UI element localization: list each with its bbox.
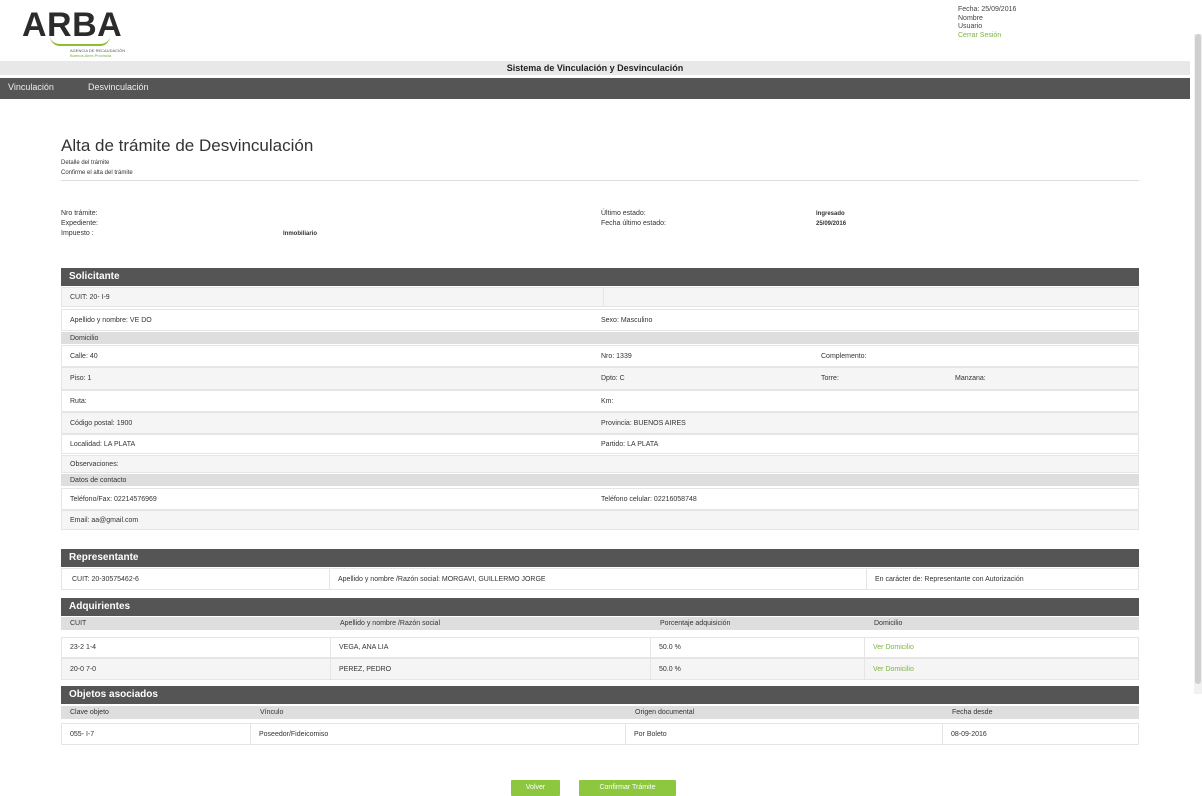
system-title-bar: Sistema de Vinculación y Desvinculación	[0, 61, 1190, 75]
observaciones-row: Observaciones:	[61, 455, 1139, 473]
tramite-meta: Nro trámite: Expediente: Impuesto : Inmo…	[61, 210, 1139, 250]
col-origen: Origen documental	[635, 709, 695, 716]
nav-vinculacion[interactable]: Vinculación	[8, 82, 54, 92]
col-domicilio: Domicilio	[874, 620, 903, 627]
piso: Piso: 1	[70, 375, 92, 382]
contacto-subheader: Datos de contacto	[61, 474, 1139, 486]
empty-cell	[603, 288, 1140, 306]
ultimo-estado-value: Ingresado	[816, 211, 845, 217]
header-name: Nombre	[958, 14, 983, 22]
solicitante-nombre-row: Apellido y nombre: VE DO Sexo: Masculino	[61, 309, 1139, 331]
domicilio-cp-row: Código postal: 1900 Provincia: BUENOS AI…	[61, 412, 1139, 434]
domicilio-label: Domicilio	[70, 334, 99, 342]
nro-tramite-label: Nro trámite:	[61, 210, 98, 217]
representante-header: Representante	[61, 549, 1139, 567]
confirmar-tramite-button[interactable]: Confirmar Trámite	[579, 780, 676, 796]
representante-nombre: Apellido y nombre /Razón social: MORGAVI…	[329, 569, 546, 589]
contacto-label: Datos de contacto	[70, 476, 127, 484]
email-row: Email: aa@gmail.com	[61, 510, 1139, 530]
logo-subtitle-2: Buenos Aires Provincia	[70, 53, 112, 58]
solicitante-sexo: Sexo: Masculino	[601, 316, 653, 324]
impuesto-label: Impuesto :	[61, 230, 94, 237]
partido: Partido: LA PLATA	[601, 440, 659, 448]
codigo-postal: Código postal: 1900	[70, 419, 133, 427]
objetos-header: Objetos asociados	[61, 686, 1139, 704]
divider	[61, 180, 1139, 181]
domicilio-piso-row: Piso: 1 Dpto: C Torre: Manzana:	[61, 367, 1139, 390]
page-subtitle: Detalle del trámite	[61, 160, 110, 166]
col-cuit: CUIT	[70, 620, 87, 627]
user-info: Fecha: 25/09/2016 Nombre Usuario Cerrar …	[958, 6, 1016, 40]
objeto-origen: Por Boleto	[625, 724, 667, 744]
table-row: 20-0 7-0 PEREZ, PEDRO 50.0 % Ver Domicil…	[61, 658, 1139, 680]
dpto: Dpto: C	[601, 375, 625, 382]
domicilio-subheader: Domicilio	[61, 332, 1139, 344]
torre: Torre:	[821, 375, 839, 382]
complemento: Complemento:	[821, 352, 867, 360]
provincia: Provincia: BUENOS AIRES	[601, 419, 686, 427]
header-date: Fecha: 25/09/2016	[958, 6, 1017, 13]
ruta: Ruta:	[70, 397, 87, 405]
adquiriente-porcentaje: 50.0 %	[650, 638, 681, 657]
ver-domicilio-link[interactable]: Ver Domicilio	[864, 659, 914, 679]
table-row: 055- I-7 Poseedor/Fideicomiso Por Boleto…	[61, 723, 1139, 745]
page-heading: Alta de trámite de Desvinculación Detall…	[61, 136, 1139, 181]
solicitante-cuit: CUIT: 20- I-9	[70, 293, 110, 301]
page-title: Alta de trámite de Desvinculación	[61, 136, 314, 155]
domicilio-calle-row: Calle: 40 Nro: 1339 Complemento:	[61, 345, 1139, 367]
adquiriente-cuit: 20-0 7-0	[70, 665, 97, 673]
col-clave: Clave objeto	[70, 709, 109, 716]
km: Km:	[601, 397, 614, 405]
logout-link[interactable]: Cerrar Sesión	[958, 32, 1016, 41]
representante-caracter: En carácter de: Representante con Autori…	[866, 569, 1024, 589]
adquiriente-porcentaje: 50.0 %	[650, 659, 681, 679]
adquirientes-column-header: CUIT Apellido y nombre /Razón social Por…	[61, 617, 1139, 630]
objeto-vinculo: Poseedor/Fideicomiso	[250, 724, 328, 744]
solicitante-nombre: Apellido y nombre: VE DO	[70, 316, 152, 324]
localidad: Localidad: LA PLATA	[70, 440, 136, 448]
objeto-fecha: 08-09-2016	[942, 724, 987, 744]
telefono: Teléfono/Fax: 02214576969	[70, 495, 157, 503]
adquirientes-header: Adquirientes	[61, 598, 1139, 616]
representante-row: CUIT: 20-30575462-6 Apellido y nombre /R…	[61, 568, 1139, 590]
volver-button[interactable]: Volver	[511, 780, 560, 796]
table-row: 23-2 1-4 VEGA, ANA LIA 50.0 % Ver Domici…	[61, 637, 1139, 658]
scrollbar-thumb[interactable]	[1195, 34, 1201, 684]
solicitante-header: Solicitante	[61, 268, 1139, 286]
adquiriente-cuit: 23-2 1-4	[70, 644, 97, 651]
celular: Teléfono celular: 02216058748	[601, 495, 697, 503]
page-instructions: Confirme el alta del trámite	[61, 170, 133, 176]
solicitante-cuit-row: CUIT: 20- I-9	[61, 287, 1139, 307]
adquiriente-nombre: VEGA, ANA LIA	[330, 638, 388, 657]
ultimo-estado-label: Último estado:	[601, 210, 646, 217]
ver-domicilio-link[interactable]: Ver Domicilio	[864, 638, 914, 657]
expediente-label: Expediente:	[61, 220, 98, 227]
logo-swoosh	[50, 36, 110, 46]
col-vinculo: Vínculo	[260, 709, 284, 716]
col-porcentaje: Porcentaje adquisición	[660, 620, 731, 627]
domicilio-ruta-row: Ruta: Km:	[61, 390, 1139, 412]
main-nav: Vinculación Desvinculación	[0, 78, 1190, 99]
header-user: Usuario	[958, 23, 983, 30]
fecha-estado-value: 25/09/2016	[816, 221, 847, 227]
nav-desvinculacion[interactable]: Desvinculación	[88, 82, 149, 92]
telefono-row: Teléfono/Fax: 02214576969 Teléfono celul…	[61, 488, 1139, 510]
impuesto-value: Inmobiliario	[283, 231, 318, 237]
manzana: Manzana:	[955, 375, 986, 382]
calle: Calle: 40	[70, 352, 98, 360]
domicilio-localidad-row: Localidad: LA PLATA Partido: LA PLATA	[61, 434, 1139, 454]
representante-cuit: CUIT: 20-30575462-6	[72, 575, 139, 583]
email: Email: aa@gmail.com	[70, 516, 139, 524]
objeto-clave: 055- I-7	[70, 730, 95, 738]
col-nombre: Apellido y nombre /Razón social	[340, 620, 440, 627]
objetos-column-header: Clave objeto Vínculo Origen documental F…	[61, 706, 1139, 719]
scrollbar[interactable]	[1194, 34, 1202, 694]
adquiriente-nombre: PEREZ, PEDRO	[330, 659, 391, 679]
nro: Nro: 1339	[601, 352, 632, 360]
fecha-estado-label: Fecha último estado:	[601, 220, 666, 227]
col-fecha: Fecha desde	[952, 709, 993, 716]
observaciones: Observaciones:	[70, 460, 119, 468]
app-header: ARBA AGENCIA DE RECAUDACIÓN Buenos Aires…	[0, 0, 1190, 60]
arba-logo: ARBA AGENCIA DE RECAUDACIÓN Buenos Aires…	[22, 8, 125, 58]
